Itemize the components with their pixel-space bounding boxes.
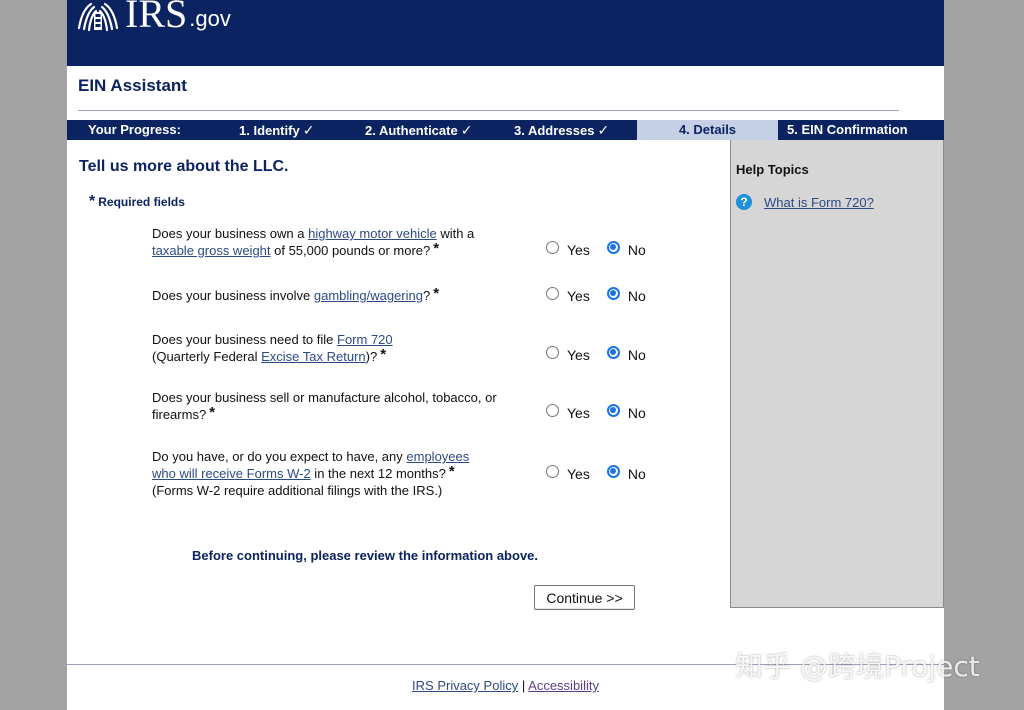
question-text: Does your business involve — [152, 288, 314, 303]
question-form-720: Does your business need to file Form 720… — [152, 331, 522, 365]
progress-step-authenticate: 2. Authenticate ✓ — [365, 120, 472, 140]
required-star: * — [380, 346, 387, 363]
answers-alcohol-tobacco-firearms: Yes No — [546, 403, 646, 421]
question-text: )? — [365, 349, 378, 364]
question-text: firearms? — [152, 407, 207, 422]
radio-no-selected[interactable] — [606, 345, 620, 359]
progress-step-label: 1. Identify — [239, 123, 300, 138]
logo-gov-text: .gov — [189, 6, 231, 31]
yes-label[interactable]: Yes — [567, 466, 590, 482]
checkmark-icon: ✓ — [302, 122, 315, 138]
required-label: Required fields — [98, 195, 185, 209]
help-topics-title: Help Topics — [736, 162, 809, 177]
question-text: ? — [422, 288, 431, 303]
highway-motor-vehicle-link[interactable]: highway motor vehicle — [308, 226, 437, 241]
question-text: Do you have, or do you expect to have, a… — [152, 449, 407, 464]
progress-step-addresses: 3. Addresses ✓ — [514, 120, 609, 140]
forms-w2-link[interactable]: who will receive Forms W-2 — [152, 466, 311, 481]
progress-step-label: 3. Addresses — [514, 123, 595, 138]
answers-highway-vehicle: Yes No — [546, 240, 646, 258]
required-star: * — [89, 193, 96, 210]
form-720-help-link[interactable]: What is Form 720? — [764, 195, 874, 210]
continue-button[interactable]: Continue >> — [534, 585, 635, 610]
form-720-link[interactable]: Form 720 — [337, 332, 393, 347]
radio-no-selected[interactable] — [606, 240, 620, 254]
progress-step-ein-confirmation: 5. EIN Confirmation — [787, 122, 908, 137]
title-divider — [78, 110, 899, 111]
review-note: Before continuing, please review the inf… — [192, 548, 539, 563]
question-text: (Quarterly Federal — [152, 349, 262, 364]
required-star: * — [433, 240, 440, 257]
required-star: * — [433, 285, 440, 302]
yes-label[interactable]: Yes — [567, 288, 590, 304]
question-highway-vehicle: Does your business own a highway motor v… — [152, 225, 522, 259]
question-text: Does your business sell or manufacture a… — [152, 390, 497, 405]
progress-label: Your Progress: — [88, 122, 181, 137]
no-label[interactable]: No — [628, 242, 646, 258]
answers-employees-w2: Yes No — [546, 464, 646, 482]
watermark: 知乎 @跨境Project — [735, 650, 980, 683]
footer-separator: | — [521, 678, 526, 693]
yes-label[interactable]: Yes — [567, 242, 590, 258]
no-label[interactable]: No — [628, 466, 646, 482]
required-fields-note: * Required fields — [89, 193, 185, 211]
radio-no-selected[interactable] — [606, 286, 620, 300]
required-star: * — [209, 404, 216, 421]
yes-label[interactable]: Yes — [567, 405, 590, 421]
progress-step-identify: 1. Identify ✓ — [239, 120, 314, 140]
app-title: EIN Assistant — [78, 76, 187, 95]
progress-step-details-current: 4. Details — [637, 120, 778, 140]
page: IRS .gov EIN Assistant Your Progress: 1.… — [67, 0, 944, 710]
radio-yes[interactable] — [546, 286, 559, 300]
progress-bar: Your Progress: 1. Identify ✓ 2. Authentic… — [67, 120, 944, 140]
no-label[interactable]: No — [628, 288, 646, 304]
help-sidebar: Help Topics ? What is Form 720? — [730, 140, 944, 608]
question-text: of 55,000 pounds or more? — [270, 243, 431, 258]
question-text: Does your business own a — [152, 226, 309, 241]
radio-yes[interactable] — [546, 403, 559, 417]
logo-irs-text: IRS — [125, 0, 188, 36]
yes-label[interactable]: Yes — [567, 347, 590, 363]
radio-no-selected[interactable] — [606, 403, 620, 417]
question-text: Does your business need to file — [152, 332, 337, 347]
taxable-gross-weight-link[interactable]: taxable gross weight — [152, 243, 271, 258]
progress-step-label: 2. Authenticate — [365, 123, 458, 138]
question-text: in the next 12 months? — [310, 466, 446, 481]
question-employees-w2: Do you have, or do you expect to have, a… — [152, 448, 522, 499]
no-label[interactable]: No — [628, 405, 646, 421]
w2-note: (Forms W-2 require additional filings wi… — [152, 483, 443, 498]
question-text: with a — [436, 226, 475, 241]
section-title: Tell us more about the LLC. — [79, 158, 289, 175]
gambling-wagering-link[interactable]: gambling/wagering — [314, 288, 423, 303]
accessibility-link[interactable]: Accessibility — [528, 678, 599, 693]
header-band: IRS .gov — [67, 0, 944, 66]
answers-form-720: Yes No — [546, 345, 646, 363]
employees-link[interactable]: employees — [406, 449, 469, 464]
no-label[interactable]: No — [628, 347, 646, 363]
privacy-policy-link[interactable]: IRS Privacy Policy — [412, 678, 518, 693]
answers-gambling: Yes No — [546, 286, 646, 304]
required-star: * — [448, 463, 455, 480]
radio-no-selected[interactable] — [606, 464, 620, 478]
irs-logo[interactable]: IRS .gov — [75, 0, 231, 34]
checkmark-icon: ✓ — [597, 122, 610, 138]
radio-yes[interactable] — [546, 464, 559, 478]
eagle-icon — [77, 2, 119, 32]
radio-yes[interactable] — [546, 240, 559, 254]
question-alcohol-tobacco-firearms: Does your business sell or manufacture a… — [152, 389, 522, 423]
question-mark-icon[interactable]: ? — [736, 194, 752, 210]
radio-yes[interactable] — [546, 345, 559, 359]
excise-tax-return-link[interactable]: Excise Tax Return — [261, 349, 366, 364]
checkmark-icon: ✓ — [460, 122, 473, 138]
help-link-row[interactable]: ? What is Form 720? — [736, 194, 874, 210]
question-gambling: Does your business involve gambling/wage… — [152, 285, 522, 304]
